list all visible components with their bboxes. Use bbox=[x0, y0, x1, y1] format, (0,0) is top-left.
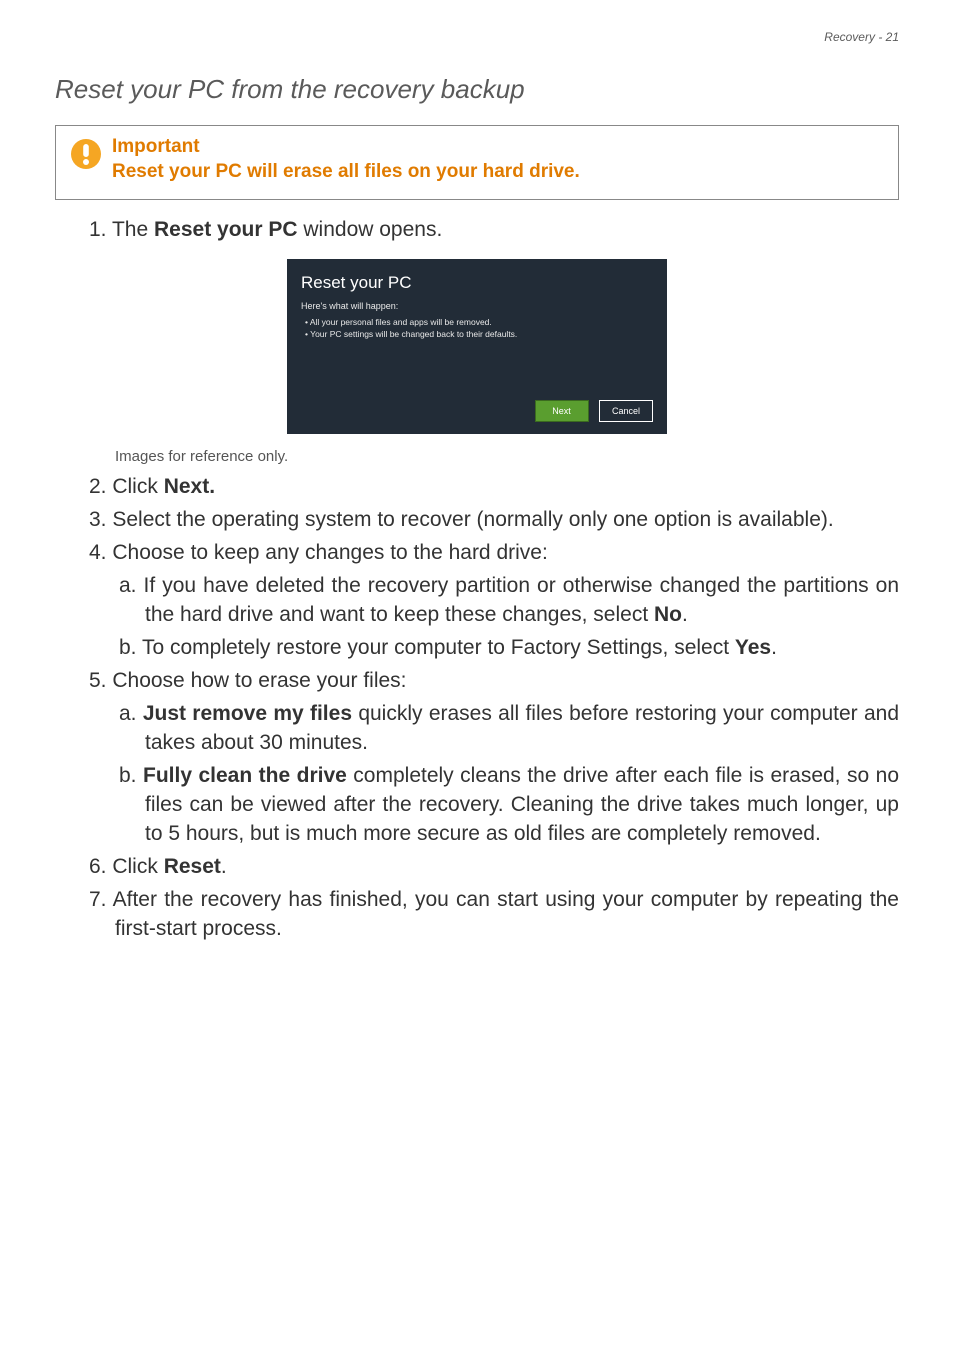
step-6-bold: Reset bbox=[164, 855, 221, 878]
step-4b: b. To completely restore your computer t… bbox=[145, 634, 899, 663]
step-1-post: window opens. bbox=[298, 218, 443, 241]
images-reference-note: Images for reference only. bbox=[115, 448, 899, 465]
step-2: 2. Click Next. bbox=[115, 473, 899, 502]
step-7: 7. After the recovery has finished, you … bbox=[115, 886, 899, 944]
dialog-bullet-2: • Your PC settings will be changed back … bbox=[305, 329, 653, 341]
step-1: 1. The Reset your PC window opens. bbox=[115, 216, 899, 245]
step-4: 4. Choose to keep any changes to the har… bbox=[115, 539, 899, 663]
step-4a-bold: No bbox=[654, 603, 682, 626]
step-1-pre: 1. The bbox=[89, 218, 154, 241]
next-button[interactable]: Next bbox=[535, 400, 589, 422]
alert-icon bbox=[70, 136, 102, 175]
step-4a: a. If you have deleted the recovery part… bbox=[145, 572, 899, 630]
page-header-right: Recovery - 21 bbox=[55, 30, 899, 44]
step-4-text: 4. Choose to keep any changes to the har… bbox=[89, 541, 548, 564]
dialog-button-row: Next Cancel bbox=[301, 400, 653, 422]
dialog-subtitle: Here's what will happen: bbox=[301, 301, 653, 311]
note-body: Reset your PC will erase all files on yo… bbox=[112, 160, 884, 185]
step-2-bold: Next. bbox=[164, 475, 215, 498]
step-5-text: 5. Choose how to erase your files: bbox=[89, 669, 407, 692]
step-5a: a. Just remove my files quickly erases a… bbox=[145, 700, 899, 758]
step-6-post: . bbox=[221, 855, 227, 878]
dialog-bullets: • All your personal files and apps will … bbox=[305, 317, 653, 341]
dialog-title: Reset your PC bbox=[301, 273, 653, 293]
step-5: 5. Choose how to erase your files: a. Ju… bbox=[115, 667, 899, 849]
important-note-box: Important Reset your PC will erase all f… bbox=[55, 125, 899, 200]
step-4b-post: . bbox=[771, 636, 777, 659]
reset-pc-dialog: Reset your PC Here's what will happen: •… bbox=[287, 259, 667, 435]
dialog-bullet-1: • All your personal files and apps will … bbox=[305, 317, 653, 329]
note-title: Important bbox=[112, 136, 884, 158]
section-title: Reset your PC from the recovery backup bbox=[55, 74, 899, 105]
step-6: 6. Click Reset. bbox=[115, 853, 899, 882]
step-5-substeps: a. Just remove my files quickly erases a… bbox=[115, 700, 899, 849]
step-3: 3. Select the operating system to recove… bbox=[115, 506, 899, 535]
step-4a-pre: a. If you have deleted the recovery part… bbox=[119, 574, 899, 626]
step-4b-bold: Yes bbox=[735, 636, 771, 659]
step-6-pre: 6. Click bbox=[89, 855, 164, 878]
cancel-button[interactable]: Cancel bbox=[599, 400, 653, 422]
step-5b-bold: Fully clean the drive bbox=[143, 764, 347, 787]
step-1-bold: Reset your PC bbox=[154, 218, 298, 241]
step-5b-pre: b. bbox=[119, 764, 143, 787]
step-2-pre: 2. Click bbox=[89, 475, 164, 498]
step-4a-post: . bbox=[682, 603, 688, 626]
step-5a-pre: a. bbox=[119, 702, 143, 725]
steps-list: 1. The Reset your PC window opens. bbox=[55, 216, 899, 245]
step-4-substeps: a. If you have deleted the recovery part… bbox=[115, 572, 899, 663]
step-5a-bold: Just remove my files bbox=[143, 702, 352, 725]
steps-list-continued: 2. Click Next. 3. Select the operating s… bbox=[55, 473, 899, 944]
step-4b-pre: b. To completely restore your computer t… bbox=[119, 636, 735, 659]
step-5b: b. Fully clean the drive completely clea… bbox=[145, 762, 899, 849]
